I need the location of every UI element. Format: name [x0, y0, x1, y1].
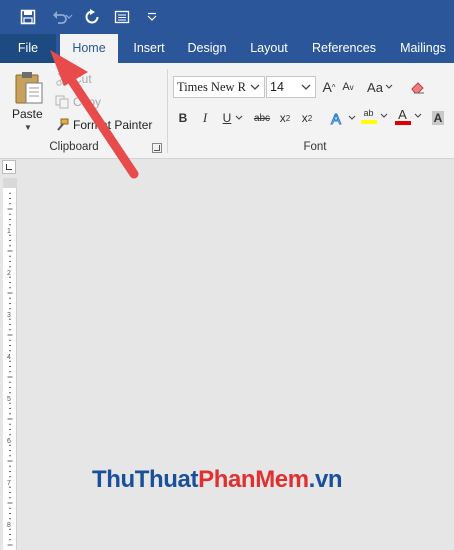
vertical-ruler-margin	[3, 178, 17, 188]
paintbrush-icon	[54, 117, 70, 133]
paste-button[interactable]: Paste	[12, 107, 43, 121]
chevron-down-icon[interactable]	[380, 113, 388, 119]
eraser-icon	[411, 82, 424, 94]
font-size-combobox[interactable]: 14	[266, 76, 316, 98]
tab-home[interactable]: Home	[60, 34, 118, 63]
ruler-number: 2	[7, 270, 11, 277]
tab-references[interactable]: References	[306, 34, 382, 63]
clear-formatting-button[interactable]	[408, 76, 428, 98]
text-effects-icon: A	[330, 111, 341, 127]
character-shading-button[interactable]: A	[430, 107, 446, 129]
watermark-part: Thuat	[134, 466, 199, 493]
copy-button: Copy	[54, 92, 101, 112]
font-color-label: A	[398, 106, 407, 122]
chevron-down-icon[interactable]	[246, 77, 264, 97]
group-separator	[167, 69, 168, 153]
watermark-part: Phan	[198, 466, 256, 493]
change-case-label: Aa	[367, 79, 383, 95]
subscript-mark: 2	[285, 113, 291, 123]
font-group-label: Font	[303, 141, 327, 153]
highlight-button[interactable]: ab	[360, 105, 388, 127]
chevron-down-icon[interactable]	[348, 115, 356, 121]
watermark-part: Thu	[92, 466, 135, 493]
tab-design[interactable]: Design	[180, 34, 234, 63]
ruler-number: 7	[7, 480, 11, 487]
watermark-part: Mem	[255, 466, 309, 493]
customize-qat-icon[interactable]	[140, 5, 164, 29]
chevron-down-icon[interactable]	[235, 115, 243, 121]
clipboard-dialog-launcher-icon[interactable]	[152, 143, 162, 153]
ruler-number: 6	[7, 438, 11, 445]
shrink-font-label: A	[342, 81, 350, 93]
scissors-icon	[54, 71, 70, 87]
tab-file[interactable]: File	[0, 34, 56, 63]
grow-font-button[interactable]: A ^	[320, 76, 338, 98]
cut-button: Cut	[54, 69, 92, 89]
text-effects-button[interactable]: A	[328, 107, 356, 129]
quick-access-toolbar	[0, 0, 454, 34]
vertical-ruler: 1 2 3 4 5 6 7 8	[3, 188, 17, 550]
copy-icon	[54, 94, 70, 110]
clipboard-group-label: Clipboard	[49, 141, 99, 153]
underline-button[interactable]: U	[218, 107, 248, 129]
bold-button[interactable]: B	[174, 107, 192, 129]
grow-font-label: A	[322, 79, 332, 95]
underline-label: U	[222, 111, 232, 125]
chevron-down-icon[interactable]	[414, 113, 422, 119]
cut-label: Cut	[73, 72, 92, 86]
font-name-value: Times New R	[177, 80, 246, 94]
tab-selector-icon[interactable]	[2, 160, 16, 174]
save-icon[interactable]	[16, 5, 40, 29]
chevron-down-icon[interactable]	[385, 84, 393, 90]
undo-dropdown-icon[interactable]	[64, 5, 74, 29]
svg-text:A: A	[331, 111, 341, 126]
superscript-button[interactable]: x2	[298, 107, 316, 129]
paste-dropdown-icon[interactable]: ▼	[24, 123, 32, 132]
ruler-number: 3	[7, 312, 11, 319]
print-preview-icon[interactable]	[110, 5, 134, 29]
change-case-button[interactable]: Aa	[366, 76, 394, 98]
ruler-number: 8	[7, 522, 11, 529]
watermark-part: .vn	[308, 466, 343, 493]
strikethrough-button[interactable]: abc	[252, 107, 272, 129]
highlighter-icon	[360, 120, 377, 124]
highlight-label: ab	[363, 108, 374, 118]
watermark-logo: ThuThuatPhanMem.vn	[92, 466, 343, 494]
tab-layout[interactable]: Layout	[242, 34, 296, 63]
italic-button[interactable]: I	[196, 107, 214, 129]
superscript-mark: 2	[307, 113, 313, 123]
ruler-number: 1	[7, 228, 11, 235]
ribbon-home: Paste ▼ Cut Copy Format Painter Clipboar…	[0, 63, 454, 159]
tab-insert[interactable]: Insert	[124, 34, 174, 63]
shrink-font-button[interactable]: Av	[340, 76, 356, 98]
font-name-combobox[interactable]: Times New R	[173, 76, 265, 98]
italic-label: I	[202, 110, 208, 125]
bold-label: B	[178, 111, 188, 125]
ruler-number: 5	[7, 396, 11, 403]
chevron-down-icon[interactable]	[297, 77, 315, 97]
format-painter-label: Format Painter	[73, 118, 153, 132]
paste-icon[interactable]	[12, 71, 46, 107]
strikethrough-label: abc	[253, 112, 271, 124]
font-size-value: 14	[270, 80, 284, 94]
copy-label: Copy	[73, 95, 102, 109]
character-shading-label: A	[431, 111, 445, 125]
tab-mailings[interactable]: Mailings	[392, 34, 454, 63]
ruler-number: 4	[7, 354, 11, 361]
font-color-swatch	[394, 120, 411, 125]
subscript-button[interactable]: x2	[276, 107, 294, 129]
format-painter-button[interactable]: Format Painter	[54, 115, 152, 135]
font-color-button[interactable]: A	[394, 105, 422, 127]
ribbon-tabs: File Home Insert Design Layout Reference…	[0, 34, 454, 63]
redo-icon[interactable]	[80, 5, 104, 29]
